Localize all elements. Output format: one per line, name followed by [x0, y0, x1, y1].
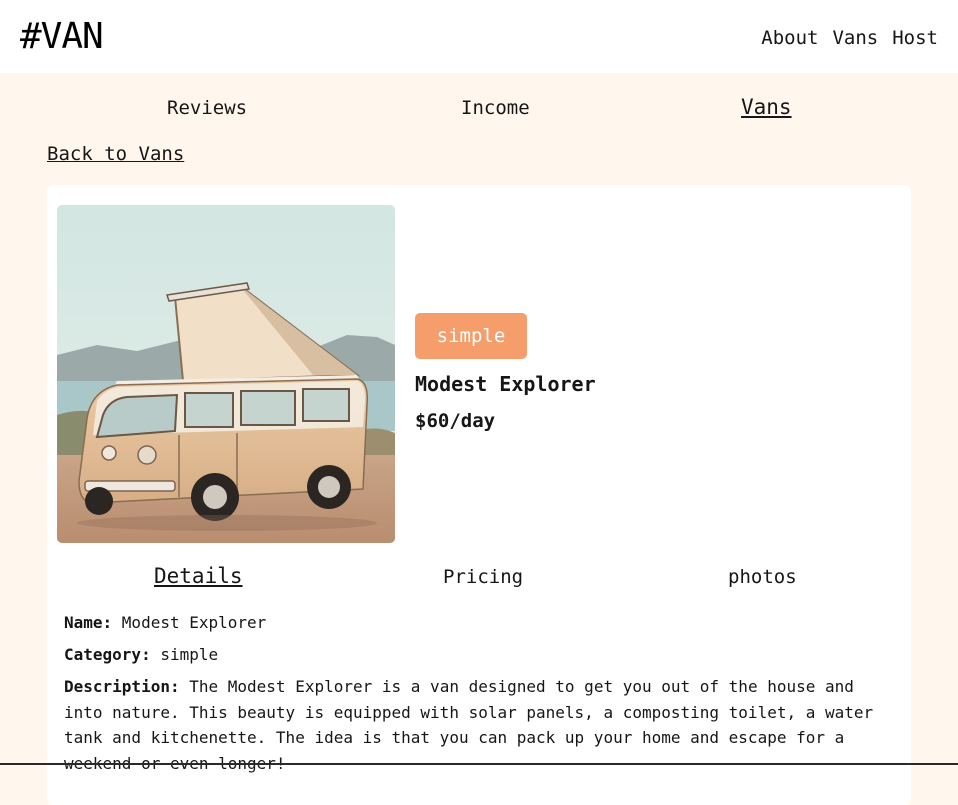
van-photo-illustration [57, 205, 395, 543]
detail-category-value: simple [160, 645, 219, 664]
main-nav: About Vans Host [747, 26, 938, 50]
detail-category: Category: simple [64, 642, 894, 668]
detail-name-value: Modest Explorer [121, 613, 267, 632]
van-type-badge: simple [415, 313, 527, 359]
tab-details[interactable]: Details [154, 564, 243, 588]
van-name: Modest Explorer [415, 372, 596, 396]
van-detail-card: simple Modest Explorer $60/day Details P… [47, 185, 911, 805]
nav-host-link[interactable]: Host [892, 26, 938, 50]
nav-vans-link[interactable]: Vans [832, 26, 878, 50]
detail-description-label: Description: [64, 677, 190, 696]
nav-about-link[interactable]: About [761, 26, 818, 50]
van-photo [57, 205, 395, 543]
site-logo[interactable]: #VAN [20, 14, 104, 60]
van-price: $60/day [415, 410, 496, 432]
back-to-vans-link[interactable]: Back to Vans [47, 142, 184, 166]
tab-pricing[interactable]: Pricing [443, 565, 523, 589]
site-header: #VAN About Vans Host [0, 0, 958, 73]
detail-name-label: Name: [64, 613, 122, 632]
detail-category-label: Category: [64, 645, 161, 664]
host-nav-reviews[interactable]: Reviews [167, 96, 247, 120]
tab-photos[interactable]: photos [728, 565, 797, 589]
host-nav-income[interactable]: Income [461, 96, 530, 120]
detail-name: Name: Modest Explorer [64, 610, 894, 636]
host-nav-vans[interactable]: Vans [741, 95, 792, 119]
detail-description: Description: The Modest Explorer is a va… [64, 674, 894, 776]
